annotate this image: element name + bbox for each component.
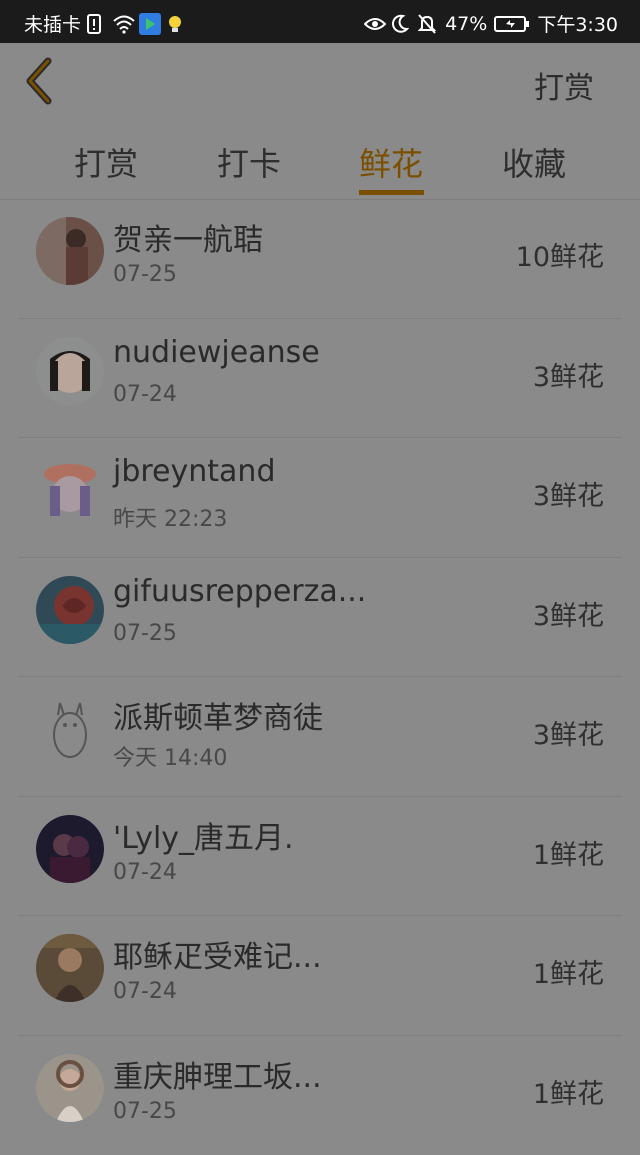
battery-icon (494, 14, 530, 34)
bulb-icon (167, 14, 187, 34)
flower-count: 3鲜花 (533, 474, 604, 513)
chevron-left-icon (18, 94, 58, 113)
tab-checkin[interactable]: 打卡 (199, 139, 299, 185)
flower-list: 贺亲一航聐 07-25 10鲜花 nudiewjeanse 07-24 3鲜花 … (0, 199, 640, 1155)
user-name: 派斯顿革梦商徒 (113, 693, 323, 737)
avatar (36, 934, 104, 1002)
active-tab-indicator (359, 190, 424, 195)
clock: 下午3:30 (537, 10, 618, 37)
status-left: 未插卡 (24, 10, 187, 37)
back-button[interactable] (18, 53, 68, 109)
avatar (36, 1054, 104, 1122)
flower-count: 10鲜花 (516, 235, 604, 274)
flower-count: 1鲜花 (533, 952, 604, 991)
user-name: 贺亲一航聐 (113, 215, 263, 259)
avatar (36, 456, 104, 524)
list-item[interactable]: 'Lyly_唐五月. 07-24 1鲜花 (0, 797, 640, 917)
moon-icon (391, 14, 411, 34)
flower-count: 3鲜花 (533, 713, 604, 752)
list-item[interactable]: 贺亲一航聐 07-25 10鲜花 (0, 199, 640, 319)
timestamp: 07-24 (113, 979, 177, 1004)
status-bar: 未插卡 47% 下午3:30 (0, 0, 640, 43)
list-item[interactable]: 派斯顿革梦商徒 今天 14:40 3鲜花 (0, 677, 640, 797)
list-item[interactable]: gifuusrepperza... 07-25 3鲜花 (0, 558, 640, 678)
avatar (36, 337, 104, 405)
timestamp: 07-24 (113, 860, 177, 885)
sim-alert-icon (87, 14, 107, 34)
timestamp: 昨天 22:23 (113, 501, 227, 533)
list-item[interactable]: 耶稣疋受难记... 07-24 1鲜花 (0, 916, 640, 1036)
reward-action-button[interactable]: 打赏 (534, 63, 594, 107)
flower-count: 3鲜花 (533, 594, 604, 633)
list-item[interactable]: nudiewjeanse 07-24 3鲜花 (0, 319, 640, 439)
tab-favorites[interactable]: 收藏 (484, 139, 584, 185)
tab-bar: 打赏 打卡 鲜花 收藏 (0, 121, 640, 200)
timestamp: 07-25 (113, 262, 177, 287)
timestamp: 07-25 (113, 1099, 177, 1124)
flower-count: 3鲜花 (533, 355, 604, 394)
avatar (36, 815, 104, 883)
video-app-icon (139, 13, 161, 35)
flower-count: 1鲜花 (533, 1072, 604, 1111)
user-name: 'Lyly_唐五月. (113, 813, 294, 857)
user-name: 耶稣疋受难记... (113, 932, 322, 976)
tab-flowers[interactable]: 鲜花 (341, 139, 441, 185)
user-name: jbreyntand (113, 454, 275, 489)
timestamp: 今天 14:40 (113, 740, 227, 772)
wifi-icon (113, 14, 133, 34)
timestamp: 07-24 (113, 382, 177, 407)
mute-bell-icon (418, 14, 438, 34)
avatar (36, 695, 104, 763)
status-right: 47% 下午3:30 (364, 10, 618, 37)
flower-count: 1鲜花 (533, 833, 604, 872)
battery-percent: 47% (445, 13, 487, 35)
tab-reward[interactable]: 打赏 (56, 139, 156, 185)
list-item[interactable]: 重庆胂理工坂... 07-25 1鲜花 (0, 1036, 640, 1155)
top-bar: 打赏 (0, 43, 640, 121)
user-name: nudiewjeanse (113, 335, 320, 370)
list-item[interactable]: jbreyntand 昨天 22:23 3鲜花 (0, 438, 640, 558)
user-name: gifuusrepperza... (113, 574, 366, 609)
timestamp: 07-25 (113, 621, 177, 646)
avatar (36, 576, 104, 644)
user-name: 重庆胂理工坂... (113, 1052, 322, 1096)
avatar (36, 217, 104, 285)
eye-icon (364, 14, 384, 34)
carrier-label: 未插卡 (24, 10, 81, 37)
